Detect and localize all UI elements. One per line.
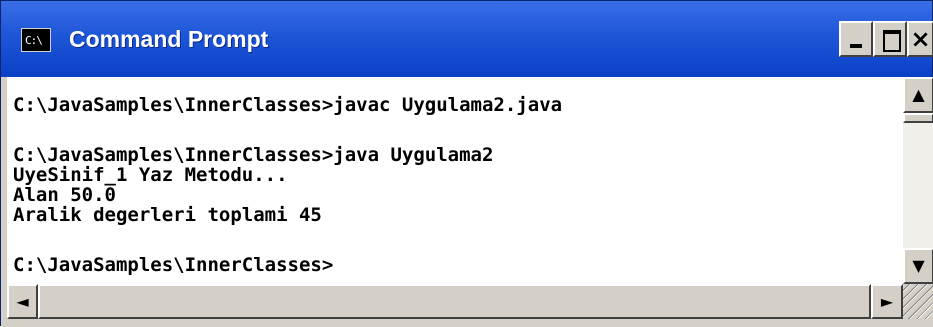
- horizontal-scroll-thumb[interactable]: [38, 284, 871, 319]
- maximize-button[interactable]: [873, 21, 907, 57]
- close-button[interactable]: ×: [907, 21, 933, 57]
- arrow-left-icon: ◄: [16, 292, 29, 311]
- scroll-up-button[interactable]: ▲: [903, 77, 933, 113]
- arrow-up-icon: ▲: [912, 85, 925, 104]
- console-icon[interactable]: C:\: [21, 28, 51, 52]
- vertical-scrollbar[interactable]: ▲ ▼: [903, 77, 933, 284]
- console-line: C:\JavaSamples\InnerClasses>: [13, 254, 334, 276]
- minimize-icon: [850, 44, 862, 48]
- horizontal-scrollbar[interactable]: ◄ ►: [7, 284, 903, 319]
- close-icon: ×: [910, 25, 931, 53]
- arrow-right-icon: ►: [880, 292, 894, 311]
- arrow-down-icon: ▼: [912, 256, 925, 275]
- console-line: C:\JavaSamples\InnerClasses>javac Uygula…: [13, 94, 563, 116]
- console-line: C:\JavaSamples\InnerClasses>java Uygulam…: [13, 144, 494, 166]
- console-line: UyeSinif_1 Yaz Metodu...: [13, 164, 288, 186]
- console-line: Aralik degerleri toplami 45: [13, 204, 322, 226]
- scroll-down-button[interactable]: ▼: [903, 248, 933, 284]
- vertical-scroll-thumb[interactable]: [903, 113, 933, 123]
- console-line: Alan 50.0: [13, 184, 116, 206]
- scroll-right-button[interactable]: ►: [871, 284, 903, 319]
- console-output[interactable]: C:\JavaSamples\InnerClasses>javac Uygula…: [7, 77, 903, 284]
- resize-grip[interactable]: [903, 284, 933, 319]
- scroll-left-button[interactable]: ◄: [7, 284, 38, 319]
- minimize-button[interactable]: [839, 21, 873, 57]
- command-prompt-window: C:\ Command Prompt × C:\JavaSamples\Inne…: [0, 0, 933, 327]
- title-bar[interactable]: C:\ Command Prompt ×: [1, 1, 933, 77]
- maximize-icon: [883, 30, 901, 52]
- window-title: Command Prompt: [69, 26, 269, 52]
